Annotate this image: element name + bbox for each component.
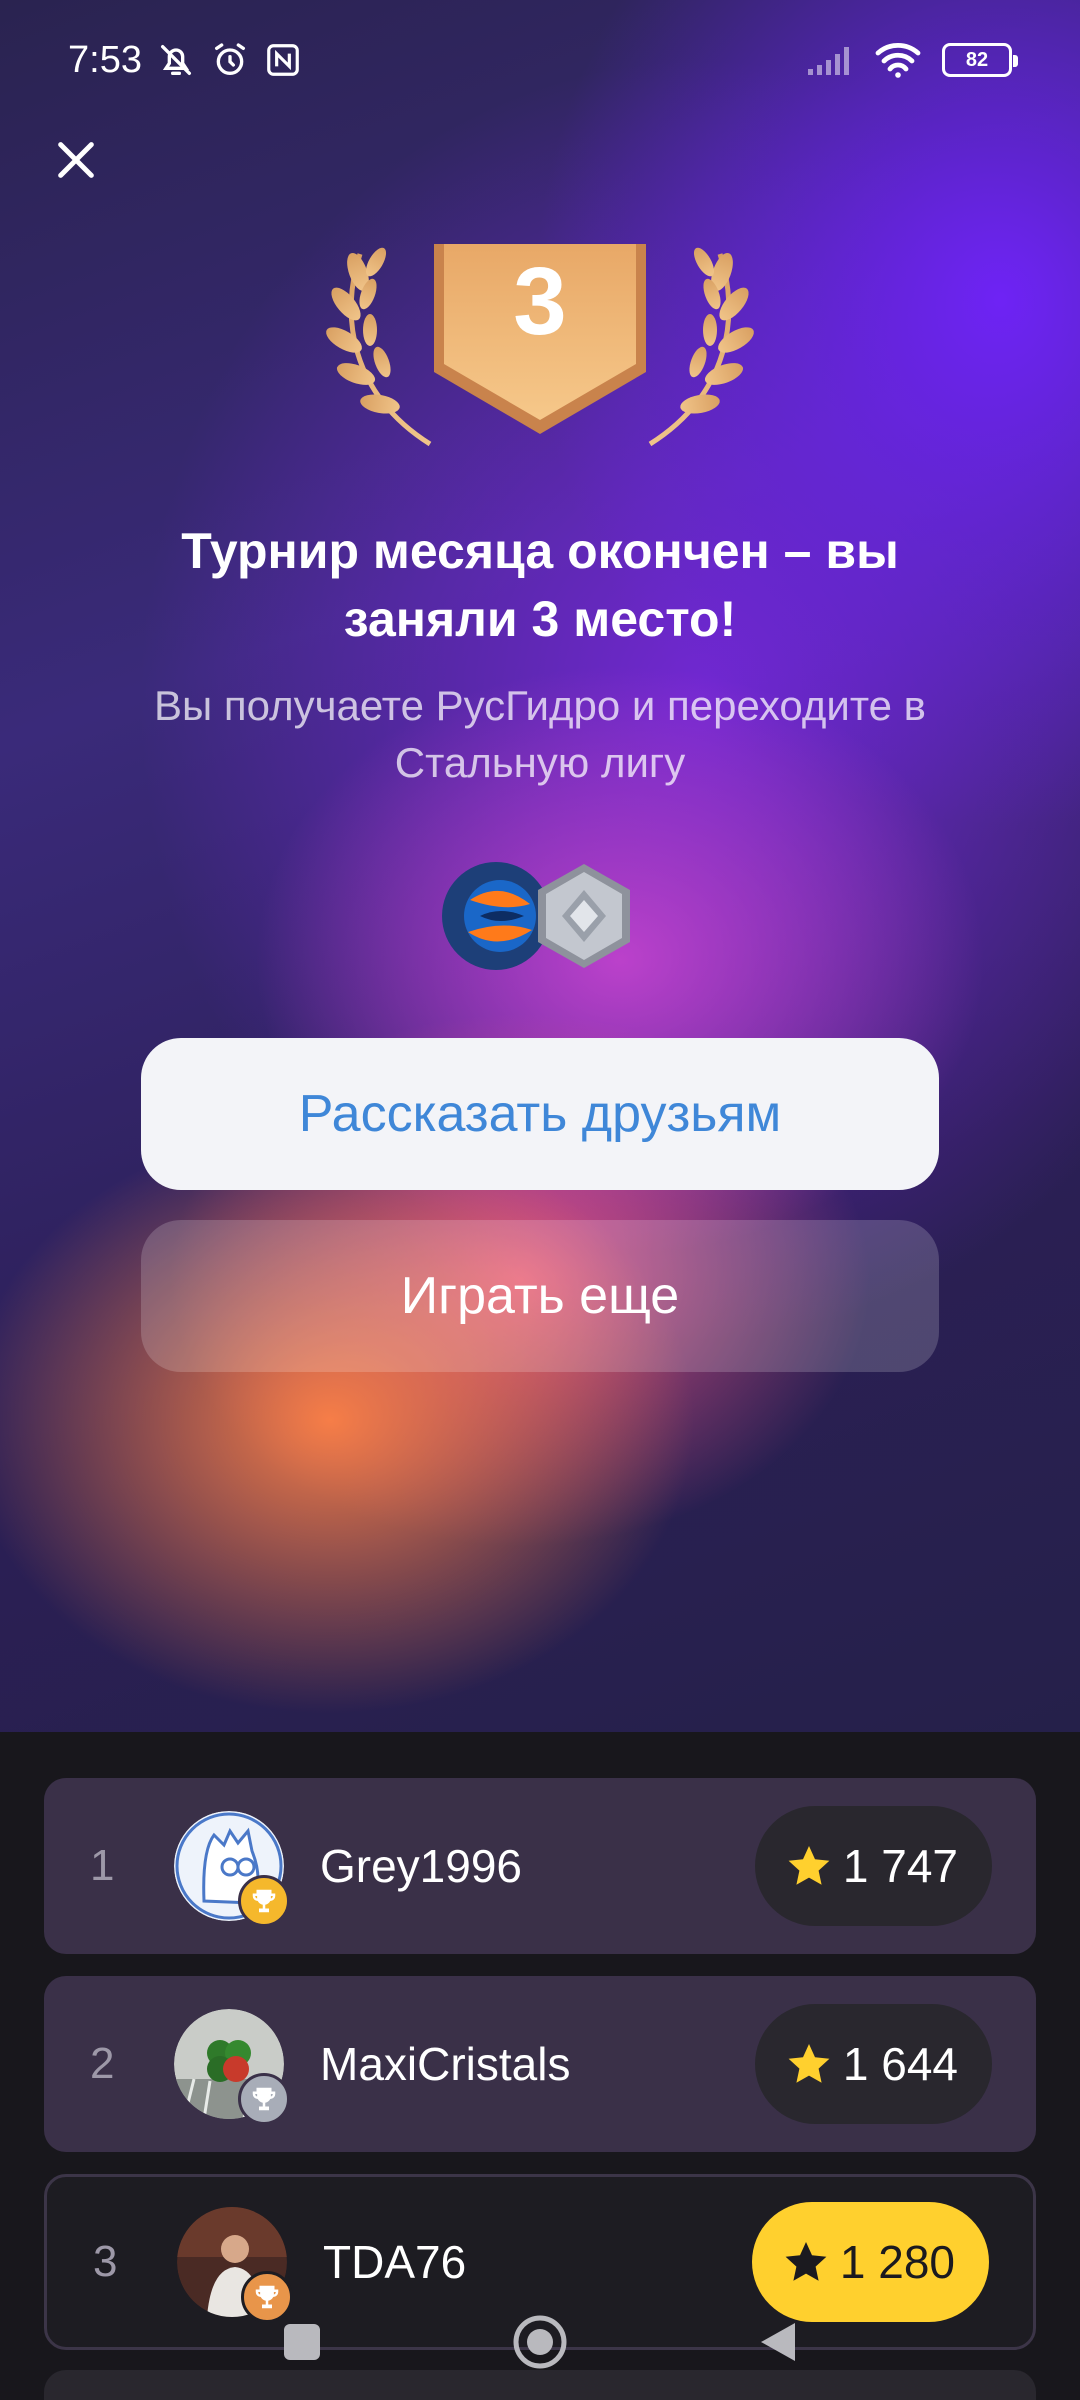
play-again-button[interactable]: Играть еще [141,1220,939,1372]
share-with-friends-button[interactable]: Рассказать друзьям [141,1038,939,1190]
star-icon [788,1846,830,1885]
trophy-icon [238,2073,290,2125]
avatar [174,2009,290,2125]
signal-icon [806,43,854,77]
wifi-icon [874,41,922,79]
leaderboard-row[interactable]: 2 MaxiCristals 1 644 [44,1976,1036,2152]
score-pill: 1 644 [754,2004,992,2124]
clock: 7:53 [68,38,142,81]
home-circle-icon [513,2315,567,2369]
close-icon [58,142,94,178]
reward-icons [440,860,640,972]
player-name: MaxiCristals [320,2038,571,2090]
player-name: Grey1996 [320,1840,523,1892]
recents-square-icon [284,2324,320,2360]
home-button[interactable] [510,2312,570,2372]
result-subtitle: Вы получаете РусГидро и переходите в Ста… [154,682,926,786]
score-value: 1 280 [839,2236,955,2288]
leaderboard-row[interactable]: 1 Grey1996 1 747 [44,1778,1036,1954]
close-button[interactable] [48,132,104,188]
status-right: 82 [806,41,1018,79]
status-bar: 7:53 82 [0,0,1080,120]
nfc-icon [264,41,302,79]
system-navbar [0,2290,1080,2380]
alarm-icon [210,40,250,80]
bell-off-icon [156,40,196,80]
rank: 1 [90,1841,115,1890]
status-left: 7:53 [68,39,302,82]
rank: 3 [93,2237,118,2286]
recents-button[interactable] [272,2312,332,2372]
place-badge: 3 [320,244,760,454]
place-number: 3 [513,248,567,355]
player-name: TDA76 [323,2236,467,2288]
score-value: 1 747 [842,1840,958,1892]
back-triangle-icon [761,2323,795,2361]
back-button[interactable] [748,2312,808,2372]
result-hero: 7:53 82 3 Турнир месяца окончен – вы зан… [0,0,1080,1732]
steel-league-badge-icon [538,864,630,968]
score-value: 1 644 [842,2038,958,2090]
battery-icon: 82 [942,43,1018,77]
result-title: Турнир месяца окончен – вы заняли 3 мест… [181,523,899,647]
avatar [174,1811,290,1927]
star-icon [785,2242,827,2281]
star-icon [788,2044,830,2083]
rank: 2 [90,2039,115,2088]
score-pill: 1 747 [754,1806,992,1926]
trophy-icon [238,1875,290,1927]
